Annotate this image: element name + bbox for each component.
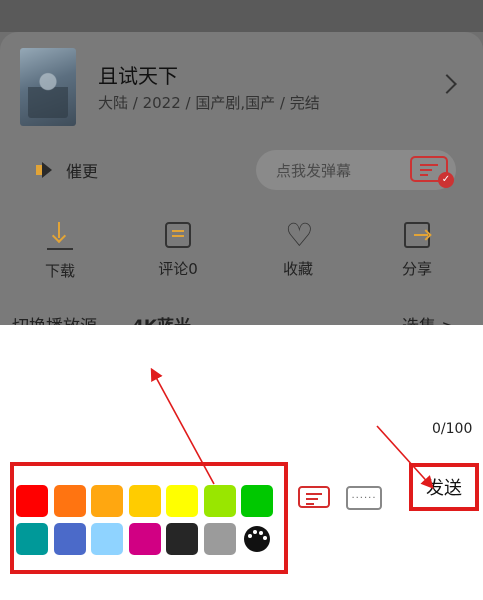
color-swatch[interactable] [16, 485, 48, 517]
fixed-mode-icon[interactable]: ...... [346, 486, 382, 510]
danmu-settings-icon[interactable]: ✓ [410, 156, 454, 188]
share-button[interactable]: 分享 [377, 222, 457, 279]
share-label: 分享 [401, 260, 432, 278]
show-poster[interactable] [20, 48, 76, 126]
color-swatch[interactable] [53, 523, 86, 555]
switch-source-link[interactable]: 切换播放源 [12, 312, 97, 325]
color-swatch[interactable] [166, 523, 198, 555]
char-counter: 0/100 [432, 421, 473, 437]
action-bar: 下载 评论0 收藏 分享 [0, 216, 483, 292]
share-icon [404, 222, 430, 248]
color-swatch[interactable] [53, 485, 86, 517]
danmu-placeholder: 点我发弹幕 [276, 162, 352, 180]
color-swatch[interactable] [16, 523, 48, 555]
color-swatch[interactable] [128, 485, 161, 517]
fixed-mode-text: ...... [351, 490, 377, 501]
color-swatch[interactable] [91, 523, 123, 555]
quality-label[interactable]: 4K蓝光 [132, 312, 191, 325]
download-label: 下载 [44, 262, 75, 280]
send-label: 发送 [426, 478, 462, 499]
source-row: 切换播放源 4K蓝光 选集 > [12, 312, 472, 325]
urge-update-label: 催更 [66, 162, 99, 181]
favorite-label: 收藏 [282, 260, 313, 278]
color-swatch[interactable] [166, 485, 198, 517]
download-button[interactable]: 下载 [20, 222, 100, 281]
show-title: 且试天下 [98, 64, 178, 88]
color-swatch[interactable] [128, 523, 161, 555]
palette-icon[interactable] [241, 523, 273, 555]
scroll-mode-icon[interactable] [298, 486, 330, 508]
color-swatch[interactable] [203, 523, 236, 555]
color-swatch[interactable] [203, 485, 236, 517]
send-button[interactable]: 发送 [409, 463, 479, 511]
episodes-link[interactable]: 选集 > [402, 312, 456, 325]
danmu-composer-panel: 0/100 ...... 发送 [0, 325, 483, 600]
color-swatch[interactable] [241, 485, 273, 517]
comment-button[interactable]: 评论0 [138, 222, 218, 279]
video-detail-overlay: 且试天下 大陆 / 2022 / 国产剧,国产 / 完结 催更 点我发弹幕 ✓ … [0, 0, 483, 325]
megaphone-icon [36, 162, 56, 178]
favorite-button[interactable]: 收藏 [258, 216, 338, 279]
color-swatch[interactable] [91, 485, 123, 517]
comment-icon [165, 222, 191, 248]
show-meta: 大陆 / 2022 / 国产剧,国产 / 完结 [98, 94, 320, 112]
comment-label: 评论0 [158, 260, 198, 278]
download-icon [47, 222, 73, 250]
color-palette [10, 462, 288, 574]
urge-update-button[interactable]: 催更 [36, 158, 98, 182]
video-player-area [0, 0, 483, 32]
heart-icon [285, 216, 314, 254]
